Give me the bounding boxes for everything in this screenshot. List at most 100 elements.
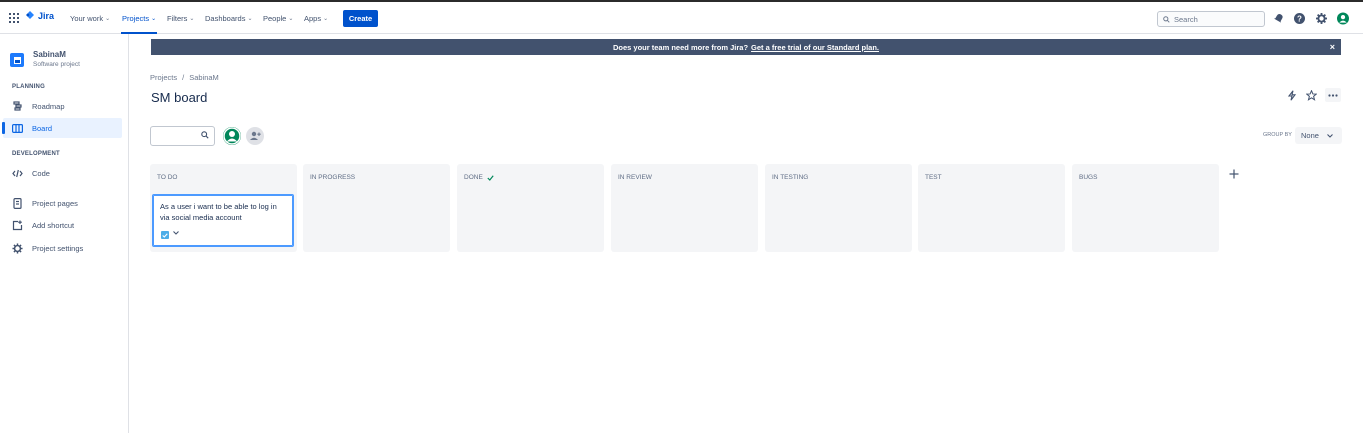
column-title: TO DO	[157, 174, 178, 181]
board-column-bugs: BUGS	[1072, 164, 1219, 252]
search-icon	[201, 131, 209, 139]
banner-trial-link[interactable]: Get a free trial of our Standard plan.	[751, 43, 879, 52]
help-icon[interactable]: ?	[1293, 12, 1305, 24]
create-button[interactable]: Create	[343, 10, 378, 27]
column-header: TEST	[925, 174, 942, 181]
banner-text: Does your team need more from Jira?	[613, 42, 749, 52]
nav-dashboards[interactable]: Dashboards ⌄	[205, 14, 252, 23]
add-person-icon	[250, 131, 261, 140]
sidebar-item-code[interactable]: Code	[3, 163, 122, 183]
jira-logo-icon	[26, 11, 34, 19]
page-icon	[12, 197, 23, 209]
project-sidebar: SabinaM Software project PLANNING Roadma…	[0, 34, 129, 433]
upgrade-banner: Does your team need more from Jira? Get …	[151, 39, 1341, 55]
board-icon	[12, 123, 23, 134]
column-title: IN TESTING	[772, 174, 809, 181]
close-icon[interactable]: ×	[1330, 42, 1335, 52]
chevron-down-icon	[1327, 133, 1333, 138]
column-title: BUGS	[1079, 174, 1098, 181]
column-title: TEST	[925, 174, 942, 181]
code-icon	[12, 168, 23, 179]
logo-text: Jira	[38, 11, 55, 21]
nav-your-work[interactable]: Your work ⌄	[70, 14, 110, 23]
chevron-down-icon[interactable]	[173, 231, 179, 237]
sidebar-item-board[interactable]: Board	[2, 118, 122, 138]
column-header: IN REVIEW	[618, 174, 652, 181]
column-header: BUGS	[1079, 174, 1097, 181]
board-search-input[interactable]	[150, 126, 215, 146]
chevron-down-icon: ⌄	[105, 16, 111, 22]
sidebar-item-label: Project pages	[32, 198, 78, 208]
more-actions-icon[interactable]	[1325, 88, 1341, 102]
board-column-done: DONE	[457, 164, 604, 252]
app-switcher-icon[interactable]	[9, 13, 19, 23]
chevron-down-icon: ⌄	[151, 16, 157, 22]
sidebar-item-label: Add shortcut	[32, 220, 75, 230]
user-avatar-icon	[223, 127, 241, 145]
column-title: IN REVIEW	[618, 174, 652, 181]
group-by-select[interactable]: None	[1295, 127, 1342, 144]
user-avatar-icon[interactable]	[1337, 12, 1349, 24]
board-column-in-progress: IN PROGRESS	[303, 164, 450, 252]
chevron-down-icon: ⌄	[288, 16, 294, 22]
roadmap-icon	[12, 101, 23, 112]
breadcrumb-project[interactable]: SabinaM	[189, 73, 219, 82]
nav-projects[interactable]: Projects ⌄	[122, 14, 156, 23]
done-check-icon	[487, 174, 494, 181]
sidebar-item-project-settings[interactable]: Project settings	[3, 238, 122, 258]
nav-people-label: People	[263, 14, 287, 23]
development-section-title: DEVELOPMENT	[12, 151, 60, 157]
breadcrumb-projects[interactable]: Projects	[150, 73, 177, 82]
column-header: TO DO	[157, 174, 177, 181]
svg-text:?: ?	[1297, 14, 1302, 23]
chevron-down-icon: ⌄	[189, 16, 195, 22]
sidebar-item-label: Roadmap	[32, 101, 65, 111]
project-name[interactable]: SabinaM	[33, 50, 66, 59]
settings-gear-icon[interactable]	[1315, 12, 1327, 24]
project-type: Software project	[33, 61, 80, 68]
jira-logo[interactable]: Jira	[25, 11, 54, 21]
column-title: DONE	[464, 174, 483, 181]
star-icon[interactable]	[1304, 88, 1318, 102]
column-header: IN TESTING	[772, 174, 808, 181]
assignee-avatar[interactable]	[223, 127, 241, 145]
nav-people[interactable]: People ⌄	[263, 14, 293, 23]
column-title: IN PROGRESS	[310, 174, 356, 181]
notifications-icon[interactable]	[1273, 12, 1285, 24]
issue-create-card[interactable]: As a user i want to be able to log in vi…	[152, 194, 294, 247]
add-column-button[interactable]	[1226, 166, 1242, 182]
chevron-down-icon: ⌄	[323, 16, 329, 22]
sidebar-item-add-shortcut[interactable]: Add shortcut	[3, 215, 122, 235]
plus-icon	[1229, 169, 1239, 179]
lightning-icon[interactable]	[1285, 88, 1299, 102]
chevron-down-icon: ⌄	[247, 16, 253, 22]
nav-apps-label: Apps	[304, 14, 322, 23]
top-navigation: Jira Your work ⌄ Projects ⌄ Filters ⌄ Dashb…	[0, 0, 1363, 34]
nav-dashboards-label: Dashboards	[205, 14, 246, 23]
issue-summary-input[interactable]: As a user i want to be able to log in vi…	[160, 201, 288, 223]
board-column-test: TEST	[918, 164, 1065, 252]
page-title: SM board	[151, 90, 208, 105]
project-avatar-icon[interactable]	[10, 53, 24, 67]
add-people-button[interactable]	[246, 127, 264, 145]
sidebar-item-label: Project settings	[32, 243, 84, 253]
add-shortcut-icon	[12, 220, 23, 231]
search-placeholder: Search	[1174, 14, 1198, 24]
sidebar-item-project-pages[interactable]: Project pages	[3, 193, 122, 213]
sidebar-item-roadmap[interactable]: Roadmap	[3, 96, 122, 116]
search-input[interactable]: Search	[1157, 11, 1265, 27]
sidebar-item-label: Code	[32, 168, 50, 178]
nav-projects-label: Projects	[122, 14, 150, 23]
breadcrumb: Projects / SabinaM	[150, 73, 219, 82]
sidebar-item-label: Board	[32, 123, 53, 133]
nav-apps[interactable]: Apps ⌄	[304, 14, 328, 23]
group-by-value: None	[1301, 131, 1319, 140]
nav-filters[interactable]: Filters ⌄	[167, 14, 194, 23]
column-header: IN PROGRESS	[310, 174, 355, 181]
task-type-icon[interactable]	[161, 231, 169, 239]
board-column-in-testing: IN TESTING	[765, 164, 912, 252]
group-by-label: GROUP BY	[1263, 132, 1292, 138]
nav-filters-label: Filters	[167, 14, 188, 23]
search-icon	[1163, 15, 1170, 23]
board-column-in-review: IN REVIEW	[611, 164, 758, 252]
